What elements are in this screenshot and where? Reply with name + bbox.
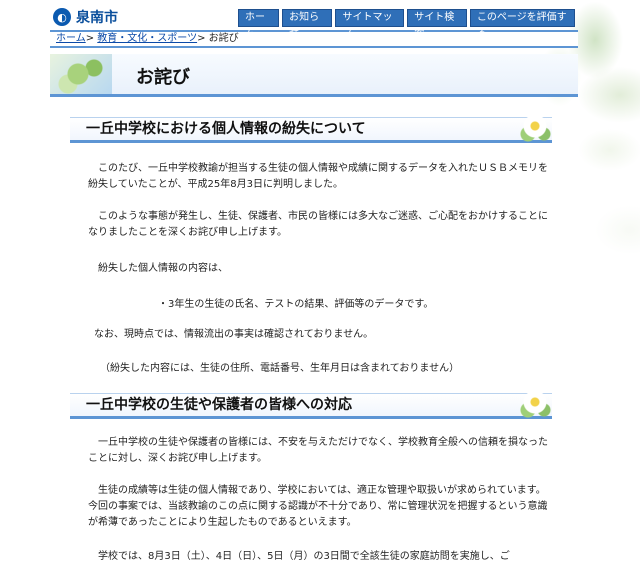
nav-site-search[interactable]: サイト検索 [407, 9, 467, 39]
section-heading: 一丘中学校の生徒や保護者の皆様への対応 [70, 388, 552, 419]
section-heading-text: 一丘中学校の生徒や保護者の皆様への対応 [86, 397, 352, 413]
daisy-icon [518, 112, 552, 142]
breadcrumb: ホーム> 教育・文化・スポーツ> お詫び [50, 30, 578, 48]
page-container: ◐ 泉南市 ホーム お知らせ サイトマップ サイト検索 このページを評価する ホ… [50, 0, 578, 565]
breadcrumb-home[interactable]: ホーム [56, 33, 86, 44]
paragraph: 紛失した個人情報の内容は、 [88, 263, 228, 274]
global-nav: ホーム お知らせ サイトマップ サイト検索 このページを評価する [238, 9, 578, 39]
city-emblem-icon: ◐ [53, 8, 71, 26]
page-title: お詫び [136, 67, 190, 88]
breadcrumb-education[interactable]: 教育・文化・スポーツ [97, 33, 197, 44]
section-heading-text: 一丘中学校における個人情報の紛失について [86, 121, 366, 137]
leaf-photo-image [50, 54, 112, 94]
nav-home[interactable]: ホーム [238, 9, 280, 39]
paragraph: このたび、一丘中学校教諭が担当する生徒の個人情報や成績に関するデータを入れたＵＳ… [88, 163, 548, 190]
daisy-icon [518, 388, 552, 418]
page-title-bar: お詫び [50, 54, 578, 94]
divider [50, 94, 578, 97]
nav-sitemap[interactable]: サイトマップ [335, 9, 405, 39]
paragraph: このような事態が発生し、生徒、保護者、市民の皆様には多大なご迷惑、ご心配をおかけ… [88, 211, 548, 238]
site-logo-text: 泉南市 [76, 10, 118, 26]
breadcrumb-separator: > [85, 33, 95, 44]
paragraph: 一丘中学校の生徒や保護者の皆様には、不安を与えただけでなく、学校教育全般への信頼… [88, 437, 548, 464]
paragraph: 生徒の成績等は生徒の個人情報であり、学校においては、適正な管理や取扱いが求められ… [88, 485, 548, 528]
breadcrumb-current: お詫び [208, 33, 239, 44]
breadcrumb-separator: > [197, 33, 206, 44]
paragraph: （紛失した内容には、生徒の住所、電話番号、生年月日は含まれておりません） [100, 363, 460, 374]
paragraph: ・3年生の生徒の氏名、テストの結果、評価等のデータです。 [158, 299, 434, 310]
nav-rate-page[interactable]: このページを評価する [469, 9, 575, 39]
header: ◐ 泉南市 ホーム お知らせ サイトマップ サイト検索 このページを評価する [50, 6, 578, 39]
paragraph: 学校では、8月3日（土）、4日（日）、5日（月）の3日間で全該生徒の家庭訪問を実… [88, 551, 510, 562]
nav-news[interactable]: お知らせ [282, 9, 333, 39]
site-logo[interactable]: ◐ 泉南市 [53, 7, 118, 27]
section-heading: 一丘中学校における個人情報の紛失について [70, 112, 552, 143]
paragraph: なお、現時点では、情報流出の事実は確認されておりません。 [94, 329, 374, 340]
